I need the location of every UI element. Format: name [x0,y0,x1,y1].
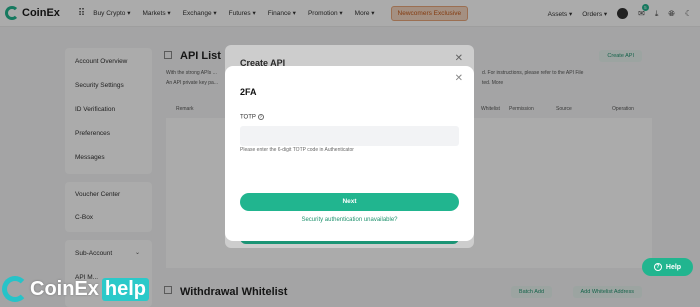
watermark-logo-icon [2,276,28,302]
security-unavailable-link[interactable]: Security authentication unavailable? [225,217,474,223]
question-icon[interactable]: ? [257,114,264,120]
watermark-brand: CoinEx [30,277,99,300]
twofa-modal: ✕ 2FA TOTP? Please enter the 6-digit TOT… [225,66,474,241]
next-button[interactable]: Next [240,193,459,211]
watermark: CoinEx help [0,271,150,307]
totp-input[interactable] [240,126,459,146]
help-button[interactable]: ? Help [642,258,693,276]
totp-hint: Please enter the 6-digit TOTP code in Au… [240,147,354,153]
twofa-title: 2FA [240,87,257,97]
close-icon[interactable]: ✕ [455,73,463,84]
question-icon: ? [653,263,662,271]
totp-label-text: TOTP [240,114,256,121]
help-label: Help [665,263,682,271]
watermark-help: help [101,277,150,301]
totp-label: TOTP? [240,114,264,121]
